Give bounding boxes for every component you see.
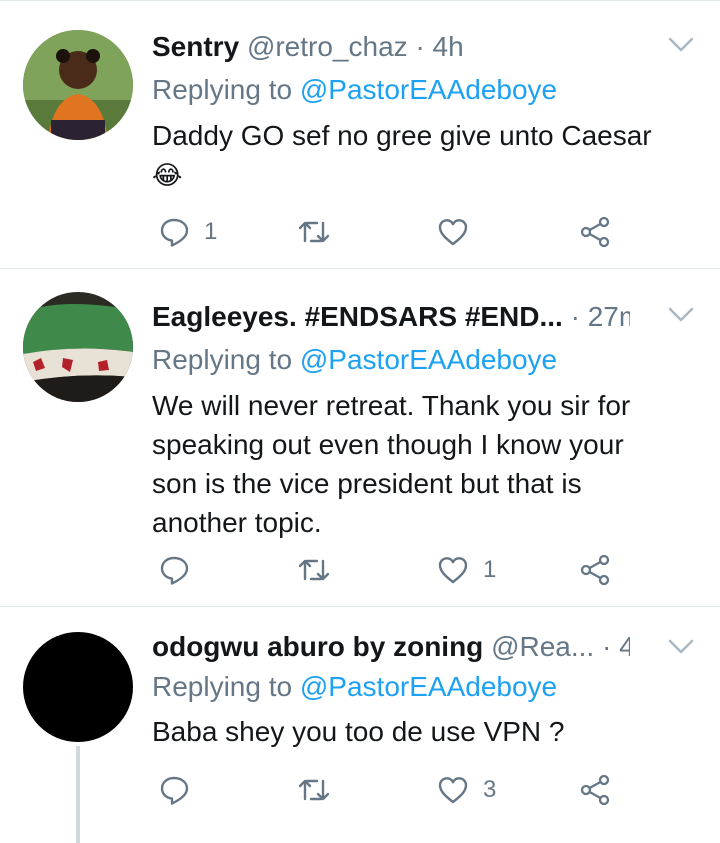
- mention-link[interactable]: @PastorEAAdeboye: [300, 74, 557, 105]
- share-button[interactable]: [579, 770, 611, 810]
- reply-icon: [160, 218, 189, 247]
- share-icon: [580, 774, 610, 806]
- display-name[interactable]: Sentry: [152, 31, 239, 62]
- retweet-button[interactable]: [297, 770, 345, 810]
- display-name[interactable]: Eagleeyes. #ENDSARS #END...: [152, 301, 563, 332]
- retweet-icon: [298, 559, 330, 581]
- heart-icon: [438, 557, 468, 584]
- heart-icon: [438, 777, 468, 804]
- replying-prefix: Replying to: [152, 74, 293, 105]
- reply-button[interactable]: [160, 770, 204, 810]
- replying-prefix: Replying to: [152, 671, 293, 702]
- mention-link[interactable]: @PastorEAAdeboye: [300, 344, 557, 375]
- timestamp[interactable]: 4h: [433, 31, 464, 62]
- retweet-icon: [298, 779, 330, 801]
- separator-dot: ·: [415, 31, 425, 62]
- tweet-header: odogwu aburo by zoning @Rea... · 4h: [152, 630, 630, 664]
- laughing-emoji: 😂: [152, 160, 183, 190]
- like-button[interactable]: 3: [437, 770, 496, 810]
- chevron-down-icon[interactable]: [668, 36, 694, 54]
- display-name[interactable]: odogwu aburo by zoning: [152, 631, 483, 662]
- tweet-text: Daddy GO sef no gree give unto Caesar 😂: [152, 116, 692, 195]
- retweet-button[interactable]: [297, 212, 345, 252]
- retweet-icon: [298, 221, 330, 243]
- reply-button[interactable]: 1: [160, 212, 217, 252]
- share-button[interactable]: [579, 550, 611, 590]
- tweet-actions: 1: [152, 212, 672, 252]
- tweet-text-line: Daddy GO sef no gree give unto Caesar: [152, 120, 652, 151]
- tweet-3[interactable]: odogwu aburo by zoning @Rea... · 4h Repl…: [0, 608, 720, 843]
- chevron-down-icon[interactable]: [668, 638, 694, 656]
- tweet-header: Eagleeyes. #ENDSARS #END... · 27m: [152, 300, 630, 334]
- reply-icon: [160, 556, 189, 585]
- user-handle[interactable]: @retro_chaz: [247, 31, 408, 62]
- tweet-text: We will never retreat. Thank you sir for…: [152, 390, 631, 538]
- tweet-divider: [0, 606, 720, 607]
- tweet-divider: [0, 268, 720, 269]
- reply-icon: [160, 776, 189, 805]
- mention-link[interactable]: @PastorEAAdeboye: [300, 671, 557, 702]
- tweet-actions: 3: [152, 770, 672, 810]
- user-handle[interactable]: @Rea...: [491, 631, 594, 662]
- replying-to: Replying to @PastorEAAdeboye: [152, 670, 557, 704]
- like-button[interactable]: 1: [437, 550, 496, 590]
- reply-count: 1: [204, 218, 218, 245]
- like-count: 1: [483, 556, 497, 583]
- tweet-actions: 1: [152, 550, 672, 590]
- tweet-header: Sentry @retro_chaz · 4h: [152, 30, 630, 64]
- replying-to: Replying to @PastorEAAdeboye: [152, 73, 557, 107]
- share-icon: [580, 554, 610, 586]
- reply-button[interactable]: [160, 550, 204, 590]
- tweet-1[interactable]: Sentry @retro_chaz · 4h Replying to @Pas…: [0, 0, 720, 268]
- timestamp[interactable]: 27m: [588, 301, 630, 332]
- replying-prefix: Replying to: [152, 344, 293, 375]
- share-icon: [580, 216, 610, 248]
- share-button[interactable]: [579, 212, 611, 252]
- chevron-down-icon[interactable]: [668, 306, 694, 324]
- replying-to: Replying to @PastorEAAdeboye: [152, 343, 557, 377]
- separator-dot: ·: [570, 301, 580, 332]
- timestamp[interactable]: 4h: [619, 631, 630, 662]
- retweet-button[interactable]: [297, 550, 345, 590]
- tweet-2[interactable]: Eagleeyes. #ENDSARS #END... · 27m Replyi…: [0, 270, 720, 606]
- tweet-text: Baba shey you too de use VPN ?: [152, 716, 565, 747]
- heart-icon: [438, 219, 468, 246]
- thread-line: [76, 746, 80, 843]
- separator-dot: ·: [602, 631, 612, 662]
- avatar[interactable]: [23, 292, 133, 402]
- avatar[interactable]: [23, 632, 133, 742]
- avatar[interactable]: [23, 30, 133, 140]
- like-button[interactable]: [437, 212, 483, 252]
- like-count: 3: [483, 776, 497, 803]
